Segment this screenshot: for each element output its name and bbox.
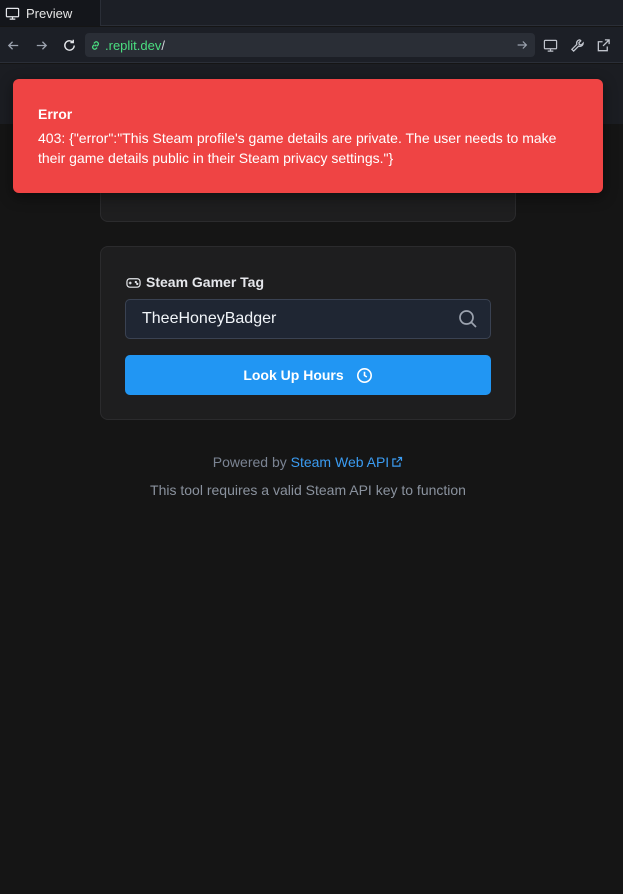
device-preview-button[interactable]	[541, 36, 559, 54]
browser-toolbar: .replit.dev /	[0, 27, 623, 63]
url-path: /	[161, 37, 165, 53]
back-button[interactable]	[4, 36, 22, 54]
external-link-icon	[597, 38, 610, 51]
clock-icon	[356, 367, 372, 383]
gamepad-icon	[126, 277, 141, 288]
steam-web-api-link-text: Steam Web API	[290, 454, 390, 470]
url-field[interactable]: .replit.dev /	[85, 33, 535, 57]
reload-icon	[63, 39, 75, 51]
search-icon[interactable]	[458, 309, 478, 329]
url-host: .replit.dev	[105, 37, 162, 53]
monitor-icon	[5, 7, 20, 20]
error-toast[interactable]: Error 403: {"error":"This Steam profile'…	[13, 79, 603, 193]
error-toast-message: 403: {"error":"This Steam profile's game…	[38, 130, 557, 166]
link-icon	[92, 40, 99, 50]
gamer-tag-label-text: Steam Gamer Tag	[146, 274, 265, 290]
go-arrow-icon[interactable]	[515, 38, 529, 52]
api-key-note: This tool requires a valid Steam API key…	[150, 482, 466, 498]
gamer-tag-input[interactable]	[125, 299, 491, 339]
powered-by-line: Powered by Steam Web API	[0, 454, 616, 470]
arrow-left-icon	[7, 40, 18, 50]
wrench-icon	[570, 38, 584, 52]
devtools-button[interactable]	[568, 36, 586, 54]
look-up-hours-label: Look Up Hours	[243, 367, 344, 383]
arrow-right-icon	[36, 40, 47, 50]
powered-by-prefix: Powered by	[212, 454, 287, 470]
monitor-icon	[543, 39, 557, 52]
tab-label: Preview	[26, 5, 73, 21]
tab-bar: Preview	[0, 0, 623, 26]
external-link-icon	[392, 456, 403, 467]
forward-button[interactable]	[32, 36, 50, 54]
open-new-tab-button[interactable]	[594, 36, 612, 54]
reload-button[interactable]	[60, 36, 78, 54]
lookup-card: Steam Gamer Tag Look Up Hours	[100, 246, 516, 420]
look-up-hours-button[interactable]: Look Up Hours	[125, 355, 491, 395]
steam-web-api-link[interactable]: Steam Web API	[291, 454, 404, 470]
gamer-tag-label: Steam Gamer Tag	[126, 274, 264, 290]
error-toast-title: Error	[38, 106, 73, 122]
tab-preview[interactable]: Preview	[0, 0, 101, 26]
